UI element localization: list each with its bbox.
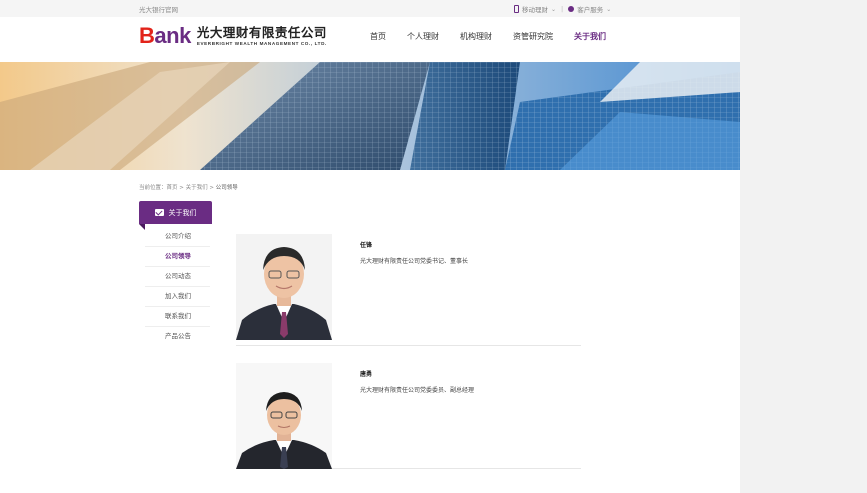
customer-service-link[interactable]: 客户服务: [577, 4, 603, 14]
company-name-cn: 光大理财有限责任公司: [196, 25, 327, 40]
hero-banner: [0, 62, 740, 170]
bank-official-site-link[interactable]: 光大银行官网: [139, 4, 178, 14]
breadcrumb-about-us[interactable]: 关于我们: [186, 185, 208, 191]
logo-text: 光大理财有限责任公司 EVERBRIGHT WEALTH MANAGEMENT …: [197, 26, 327, 46]
breadcrumb: 当前位置：首页 > 关于我们 > 公司领导: [139, 183, 238, 191]
customer-service-icon: [568, 6, 575, 12]
chevron-down-icon[interactable]: ⌄: [551, 6, 556, 13]
main-nav: 首页 个人理财 机构理财 资管研究院 关于我们: [370, 31, 627, 42]
breadcrumb-separator: >: [177, 185, 186, 191]
sidebar-title-label: 关于我们: [168, 208, 197, 217]
breadcrumb-current: 公司领导: [215, 185, 238, 191]
leader-photo: [236, 363, 332, 469]
logo[interactable]: Bank 光大理财有限责任公司 EVERBRIGHT WEALTH MANAGE…: [139, 25, 327, 47]
company-name-en: EVERBRIGHT WEALTH MANAGEMENT CO., LTD.: [196, 41, 327, 46]
sidebar-menu: 公司介绍 公司领导 公司动态 加入我们 联系我们 产品公告: [145, 224, 210, 346]
nav-home[interactable]: 首页: [370, 31, 386, 42]
nav-personal-wealth[interactable]: 个人理财: [407, 31, 439, 42]
chevron-down-icon[interactable]: ⌄: [606, 6, 611, 13]
divider: |: [561, 5, 564, 13]
top-bar: 光大银行官网 移动理财 ⌄ | 客户服务 ⌄: [0, 0, 740, 18]
sidebar-item-contact-us[interactable]: 联系我们: [145, 307, 210, 327]
bank-logo-mark: Bank: [139, 25, 191, 47]
leader-title: 光大理财有限责任公司党委委员、副总经理: [360, 387, 475, 394]
logo-letters-ank: ank: [154, 23, 191, 48]
page: 光大银行官网 移动理财 ⌄ | 客户服务 ⌄ Bank 光大理财有限责任公司 E…: [0, 0, 740, 493]
breadcrumb-separator: >: [207, 185, 216, 191]
sidebar: 关于我们 公司介绍 公司领导 公司动态 加入我们 联系我们 产品公告: [139, 201, 212, 346]
sidebar-item-join-us[interactable]: 加入我们: [145, 287, 210, 307]
breadcrumb-home[interactable]: 首页: [167, 185, 178, 191]
nav-research-institute[interactable]: 资管研究院: [513, 31, 553, 42]
breadcrumb-prefix: 当前位置：: [139, 185, 167, 191]
nav-institutional-wealth[interactable]: 机构理财: [460, 31, 492, 42]
leader-card: 任锋 光大理财有限责任公司党委书记、董事长: [236, 234, 581, 346]
sidebar-item-company-leaders[interactable]: 公司领导: [145, 247, 210, 267]
leader-name: 任锋: [360, 242, 373, 249]
header: Bank 光大理财有限责任公司 EVERBRIGHT WEALTH MANAGE…: [0, 17, 740, 61]
nav-about-us[interactable]: 关于我们: [574, 31, 606, 42]
sidebar-title: 关于我们: [139, 201, 212, 230]
sidebar-item-company-intro[interactable]: 公司介绍: [145, 227, 210, 247]
top-bar-right: 移动理财 ⌄ | 客户服务 ⌄: [514, 4, 611, 14]
mobile-phone-icon: [514, 5, 519, 13]
mobile-banking-link[interactable]: 移动理财: [522, 4, 548, 14]
leaders-content: 任锋 光大理财有限责任公司党委书记、董事长 唐勇 光大理财有限责任公司党委委员、…: [220, 201, 600, 493]
leader-title: 光大理财有限责任公司党委书记、董事长: [360, 258, 469, 265]
leader-card: 唐勇 光大理财有限责任公司党委委员、副总经理: [236, 357, 581, 469]
sidebar-item-company-news[interactable]: 公司动态: [145, 267, 210, 287]
skyscraper-banner-image: [0, 62, 740, 170]
envelope-icon: [154, 209, 164, 216]
sidebar-item-product-notices[interactable]: 产品公告: [145, 327, 210, 346]
leader-name: 唐勇: [360, 371, 373, 378]
leader-photo: [236, 234, 332, 340]
logo-letter-b: B: [139, 23, 155, 48]
